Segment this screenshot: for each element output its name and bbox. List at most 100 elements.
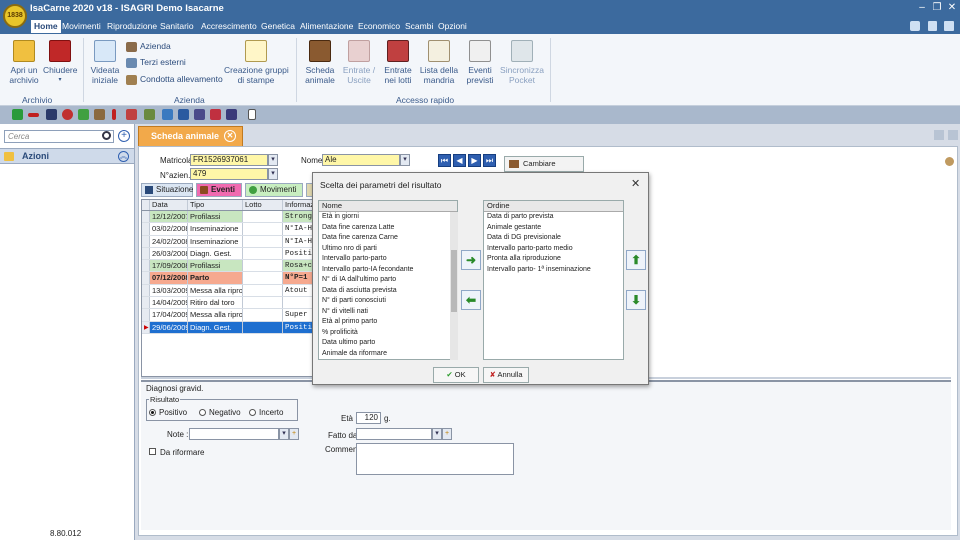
change-animal-button[interactable]: Cambiare animale (504, 156, 584, 182)
riformare-checkbox[interactable] (149, 448, 156, 455)
subtab-situazione[interactable]: Situazione (141, 183, 193, 197)
order-list-item[interactable]: Animale gestante (484, 223, 623, 234)
save-icon[interactable] (46, 109, 57, 120)
cancel-icon[interactable] (62, 109, 73, 120)
scheda-animale-button[interactable]: Scheda animale (302, 40, 338, 85)
fatto-da-field[interactable] (356, 428, 432, 440)
table-row[interactable]: 26/03/2008 Diagn. Gest. Positi (142, 247, 340, 261)
prev-record-button[interactable]: ◀ (453, 154, 466, 167)
menu-sanitario[interactable]: Sanitario (157, 20, 197, 33)
fatto-da-add-button[interactable]: + (442, 428, 452, 440)
menu-alimentazione[interactable]: Alimentazione (297, 20, 356, 33)
col-data[interactable]: Data (150, 200, 188, 210)
sync-pocket-button[interactable]: Sincronizza Pocket (499, 40, 545, 85)
available-list-item[interactable]: Data fine carenza Latte (319, 223, 457, 234)
radio-incerto[interactable]: Incerto (249, 408, 283, 417)
help-icon[interactable] (910, 21, 920, 31)
available-list-item[interactable]: Intervallo parto-parto (319, 254, 457, 265)
col-lotto[interactable]: Lotto (243, 200, 283, 210)
check-icon[interactable] (162, 109, 173, 120)
order-list-item[interactable]: Intervallo parto- 1ª inseminazione (484, 265, 623, 276)
entrate-uscite-button[interactable]: Entrate / Uscite (340, 40, 378, 85)
collapse-icon[interactable]: ︽ (118, 151, 129, 162)
annulla-button[interactable]: ✘ Annulla (483, 367, 529, 383)
available-list-item[interactable]: Animale da riformare (319, 349, 457, 360)
eventi-previsti-button[interactable]: Eventi previsti (463, 40, 497, 85)
tool-icon[interactable] (144, 109, 155, 120)
menu-movimenti[interactable]: Movimenti (59, 20, 104, 33)
menu-scambi[interactable]: Scambi (402, 20, 436, 33)
dialog-close-icon[interactable]: ✕ (631, 177, 640, 190)
entrate-lotti-button[interactable]: Entrate nei lotti (380, 40, 416, 85)
azienda-button[interactable]: Azienda (126, 39, 171, 53)
nome-field[interactable]: Ale (322, 154, 400, 166)
azioni-header[interactable]: Azioni ︽ (0, 148, 134, 164)
condotta-allevamento-button[interactable]: Condotta allevamento (126, 72, 223, 86)
available-list-item[interactable]: N° di parti conosciuti (319, 296, 457, 307)
matricola-field[interactable]: FR1526937061 (190, 154, 268, 166)
menu-riproduzione[interactable]: Riproduzione (104, 20, 160, 33)
available-list-item[interactable]: Ultimo nro di parti (319, 244, 457, 255)
available-list-item[interactable]: Data fine carenza Carne (319, 233, 457, 244)
order-list-item[interactable]: Intervallo parto-parto medio (484, 244, 623, 255)
table-row[interactable]: 12/12/2007 Profilassi Strong (142, 211, 340, 224)
col-tipo[interactable]: Tipo (188, 200, 243, 210)
settings-icon[interactable] (944, 21, 954, 31)
animal-icon[interactable] (94, 109, 105, 120)
note-add-button[interactable]: + (289, 428, 299, 440)
remove-icon[interactable] (28, 113, 39, 117)
available-list-item[interactable]: Età al primo parto (319, 317, 457, 328)
table-row[interactable]: 17/09/2008 Profilassi Rosa+c (142, 260, 340, 273)
nazien-dropdown[interactable]: ▾ (268, 168, 278, 180)
order-list-item[interactable]: Data di DG previsionale (484, 233, 623, 244)
nazien-field[interactable]: 479 (190, 168, 268, 180)
terzi-esterni-button[interactable]: Terzi esterni (126, 55, 186, 69)
toolbar-overflow-icon[interactable] (248, 109, 256, 120)
table-row[interactable]: 24/02/2008 Inseminazione N°IA-HE (142, 235, 340, 248)
menu-accrescimento[interactable]: Accrescimento (198, 20, 260, 33)
subtab-movimenti[interactable]: Movimenti (245, 183, 303, 197)
stats-icon[interactable] (226, 109, 237, 120)
close-window-button[interactable]: ✕ (945, 1, 959, 14)
table-row[interactable]: ▶ 29/06/2009 Diagn. Gest. Positi (142, 321, 340, 334)
home-screen-button[interactable]: Videata iniziale (88, 40, 122, 85)
close-tab-icon[interactable]: ✕ (224, 130, 236, 142)
minimize-button[interactable]: – (915, 1, 929, 14)
menu-opzioni[interactable]: Opzioni (435, 20, 470, 33)
available-list-item[interactable]: Data ultimo parto (319, 338, 457, 349)
fatto-da-dropdown[interactable]: ▾ (432, 428, 442, 440)
order-list-item[interactable]: Pronta alla riproduzione (484, 254, 623, 265)
table-row[interactable]: 07/12/2008 Parto N°P=1 (142, 272, 340, 285)
radio-positivo[interactable]: Positivo (149, 408, 187, 417)
table-row[interactable]: 03/02/2008 Inseminazione N°IA-HE (142, 223, 340, 236)
syringe-icon[interactable] (126, 109, 137, 120)
menu-home[interactable]: Home (31, 20, 61, 33)
pin-icon[interactable] (945, 157, 954, 166)
open-archive-button[interactable]: Apri un archivio (6, 40, 42, 85)
next-record-button[interactable]: ▶ (468, 154, 481, 167)
bug-icon[interactable] (210, 109, 221, 120)
table-row[interactable]: 17/04/2009Messa alla riproduSuper (142, 309, 340, 322)
first-record-button[interactable]: ⏮ (438, 154, 451, 167)
available-list-item[interactable]: N° di IA dall'ultimo parto (319, 275, 457, 286)
order-list-item[interactable]: Data di parto prevista (484, 212, 623, 223)
chart-icon[interactable] (194, 109, 205, 120)
subtab-eventi[interactable]: Eventi (196, 183, 242, 197)
add-parameter-button[interactable]: ➜ (461, 250, 481, 270)
search-icon[interactable] (102, 131, 111, 140)
last-record-button[interactable]: ⏭ (483, 154, 496, 167)
ok-button[interactable]: ✔ OK (433, 367, 479, 383)
tab-scheda-animale[interactable]: Scheda animale ✕ (138, 126, 243, 146)
remove-parameter-button[interactable]: ⬅ (461, 290, 481, 310)
commenti-field[interactable] (356, 443, 514, 475)
move-down-button[interactable]: ⬇ (626, 290, 646, 310)
table-row[interactable]: 13/03/2009Messa alla riproduAtout (142, 284, 340, 298)
add-icon[interactable] (12, 109, 23, 120)
menu-economico[interactable]: Economico (355, 20, 403, 33)
available-list-item[interactable]: Età in giorni (319, 212, 457, 223)
matricola-dropdown[interactable]: ▾ (268, 154, 278, 166)
available-list-item[interactable]: Intervallo parto-IA fecondante (319, 265, 457, 276)
print-groups-button[interactable]: Creazione gruppi di stampe (224, 40, 289, 85)
window-tile-icon[interactable] (934, 130, 944, 140)
available-list-item[interactable]: % prolificità (319, 328, 457, 339)
